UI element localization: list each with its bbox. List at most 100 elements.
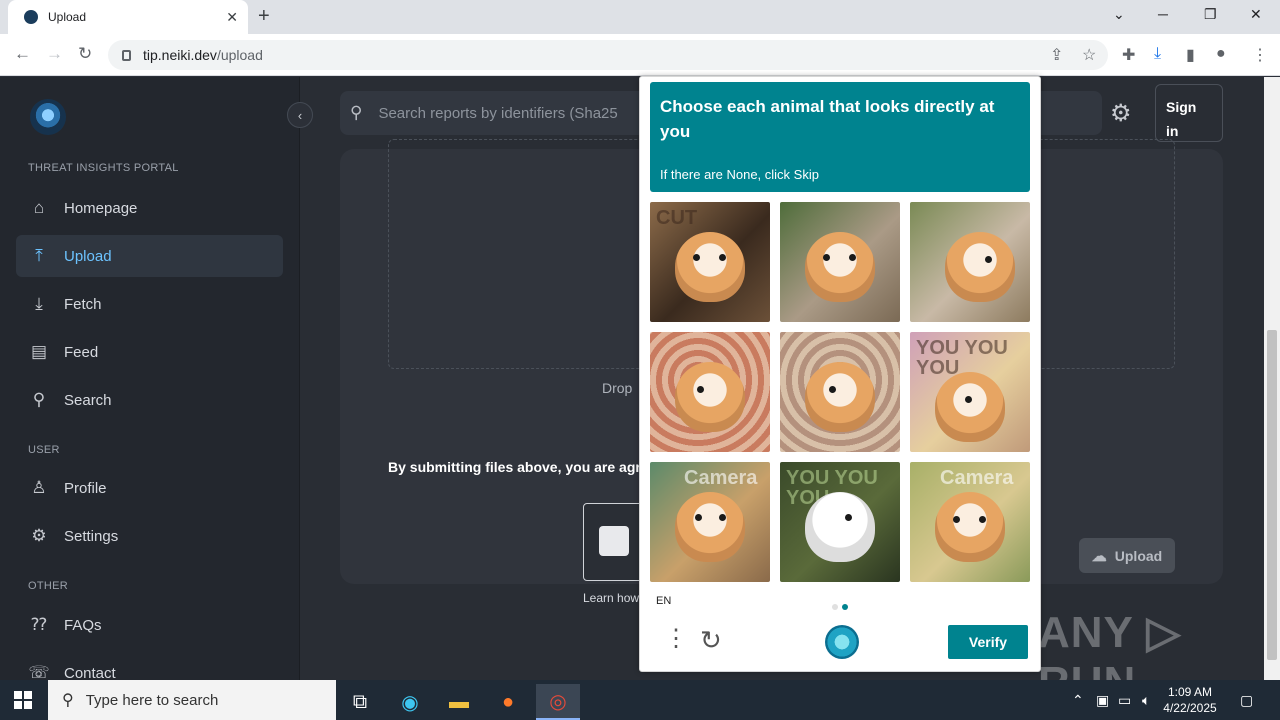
tab-search-icon[interactable]: ⌄: [1113, 6, 1125, 23]
edge-icon[interactable]: ◉: [388, 684, 432, 720]
hamster-image: [675, 362, 745, 432]
gear-icon[interactable]: ⚙: [1110, 99, 1132, 128]
sidebar-item-settings[interactable]: ⚙ Settings: [16, 515, 283, 557]
gear-icon: ⚙: [31, 526, 47, 545]
share-icon[interactable]: ⇪: [1050, 45, 1063, 65]
browser-toolbar: ← → ↻ tip.neiki.dev/upload ⇪ ☆ ✚ ⤓ ▮ ● ⋮: [0, 34, 1280, 76]
reload-icon[interactable]: ↻: [78, 44, 92, 64]
captcha-image[interactable]: [780, 202, 900, 322]
clock-date: 4/22/2025: [1163, 701, 1217, 715]
captcha-subtitle: If there are None, click Skip: [660, 167, 819, 182]
contact-icon: ☏: [28, 663, 50, 680]
close-tab-icon[interactable]: ✕: [226, 9, 238, 26]
sidebar: ‹ THREAT INSIGHTS PORTAL ⌂ Homepage ⤒ Up…: [0, 77, 313, 680]
language-selector[interactable]: EN: [656, 595, 671, 607]
url-host: tip.neiki.dev: [143, 47, 217, 63]
scrollbar-thumb[interactable]: [1267, 330, 1277, 660]
search-icon: ⚲: [350, 103, 363, 122]
lock-icon: [122, 49, 131, 61]
anyrun-watermark: ANY ▷ RUN: [1038, 608, 1182, 680]
restore-icon[interactable]: ❐: [1204, 6, 1217, 23]
menu-kebab-icon[interactable]: ⋮: [1252, 45, 1268, 65]
hamster-image: [935, 372, 1005, 442]
captcha-footer: ⋮ ↻ Verify: [640, 617, 1040, 673]
captcha-prompt: Choose each animal that looks directly a…: [660, 97, 995, 141]
new-tab-icon[interactable]: +: [258, 5, 270, 28]
sidebar-item-label: Feed: [64, 343, 99, 361]
refresh-challenge-icon[interactable]: ↻: [700, 625, 722, 656]
feed-icon: ▤: [30, 342, 48, 361]
collapse-sidebar-button[interactable]: ‹: [287, 102, 313, 128]
sidebar-item-contact[interactable]: ☏ Contact: [16, 652, 283, 680]
tray-device-icon[interactable]: ▣: [1096, 692, 1109, 709]
sidebar-item-fetch[interactable]: ⤓ Fetch: [16, 283, 283, 325]
captcha-header: Choose each animal that looks directly a…: [650, 82, 1030, 192]
hamster-image: [675, 492, 745, 562]
windows-start-icon[interactable]: [14, 691, 32, 709]
chrome-icon[interactable]: ◎: [536, 684, 580, 720]
sidebar-item-profile[interactable]: ♙ Profile: [16, 467, 283, 509]
captcha-image[interactable]: [650, 332, 770, 452]
network-icon[interactable]: ▭: [1118, 692, 1131, 709]
sidebar-item-homepage[interactable]: ⌂ Homepage: [16, 187, 283, 229]
back-icon[interactable]: ←: [14, 44, 31, 64]
sidebar-item-label: Profile: [64, 479, 107, 497]
firefox-icon[interactable]: ●: [486, 684, 530, 720]
minimize-icon[interactable]: ─: [1158, 6, 1168, 22]
learn-how-link[interactable]: Learn how: [583, 591, 639, 605]
site-favicon-icon: [24, 10, 38, 24]
captcha-image-grid: CUT YOU YOU YOU Camera YOU YOU YOU Camer…: [650, 202, 1030, 582]
progress-dot-active: [842, 604, 848, 610]
captcha-image[interactable]: [780, 332, 900, 452]
extensions-icon[interactable]: ✚: [1122, 45, 1135, 65]
hcaptcha-logo: [825, 625, 859, 659]
captcha-image[interactable]: CUT: [650, 202, 770, 322]
taskbar-clock[interactable]: 1:09 AM 4/22/2025: [1160, 684, 1220, 716]
site-logo[interactable]: [30, 99, 66, 135]
captcha-image[interactable]: [910, 202, 1030, 322]
section-label-portal: THREAT INSIGHTS PORTAL: [28, 162, 179, 174]
task-view-icon[interactable]: ⧉: [338, 684, 382, 720]
search-placeholder: Search reports by identifiers (Sha25: [378, 104, 618, 122]
sidebar-item-label: FAQs: [64, 616, 102, 634]
sidebar-item-feed[interactable]: ▤ Feed: [16, 331, 283, 373]
upload-button-label: Upload: [1114, 547, 1163, 564]
hamster-image: [675, 232, 745, 302]
notifications-icon[interactable]: ▢: [1240, 692, 1253, 709]
taskbar-search-input[interactable]: ⚲ Type here to search: [48, 680, 336, 720]
bookmark-star-icon[interactable]: ☆: [1082, 45, 1096, 65]
more-options-icon[interactable]: ⋮: [664, 627, 688, 651]
search-icon: ⚲: [32, 390, 46, 409]
profile-avatar-icon[interactable]: ●: [1216, 45, 1226, 63]
section-label-user: USER: [28, 444, 60, 456]
captcha-image[interactable]: Camera: [910, 462, 1030, 582]
tab-title: Upload: [48, 10, 87, 24]
progress-dot: [832, 604, 838, 610]
windows-taskbar: ⚲ Type here to search ⧉ ◉ ▬ ● ◎ ⌃ ▣ ▭ 🔈︎…: [0, 680, 1280, 720]
profile-icon: ♙: [31, 478, 47, 497]
captcha-image[interactable]: YOU YOU YOU: [780, 462, 900, 582]
faq-icon: ⁇: [31, 615, 47, 634]
downloads-icon[interactable]: ⤓: [1154, 45, 1161, 63]
terms-agreement-text: By submitting files above, you are agre: [388, 459, 649, 475]
forward-icon[interactable]: →: [46, 44, 63, 64]
browser-tab[interactable]: Upload ✕: [8, 0, 248, 34]
captcha-image[interactable]: Camera: [650, 462, 770, 582]
sidebar-item-upload[interactable]: ⤒ Upload: [16, 235, 283, 277]
upload-button[interactable]: ☁ Upload: [1079, 538, 1175, 573]
file-explorer-icon[interactable]: ▬: [437, 684, 481, 720]
drop-zone-text: Drop: [602, 380, 633, 396]
sidebar-item-search[interactable]: ⚲ Search: [16, 379, 283, 421]
hamster-image: [805, 492, 875, 562]
side-panel-icon[interactable]: ▮: [1186, 45, 1195, 65]
sign-in-button[interactable]: Sign in: [1155, 84, 1223, 142]
cloud-upload-icon: ☁: [1091, 547, 1107, 565]
close-window-icon[interactable]: ✕: [1250, 6, 1262, 23]
volume-icon[interactable]: 🔈︎: [1142, 692, 1150, 709]
captcha-image[interactable]: YOU YOU YOU: [910, 332, 1030, 452]
sidebar-item-label: Upload: [64, 247, 112, 265]
sidebar-item-faqs[interactable]: ⁇ FAQs: [16, 604, 283, 646]
verify-button[interactable]: Verify: [948, 625, 1028, 659]
tray-chevron-icon[interactable]: ⌃: [1072, 692, 1084, 709]
address-bar[interactable]: tip.neiki.dev/upload: [108, 40, 1108, 70]
